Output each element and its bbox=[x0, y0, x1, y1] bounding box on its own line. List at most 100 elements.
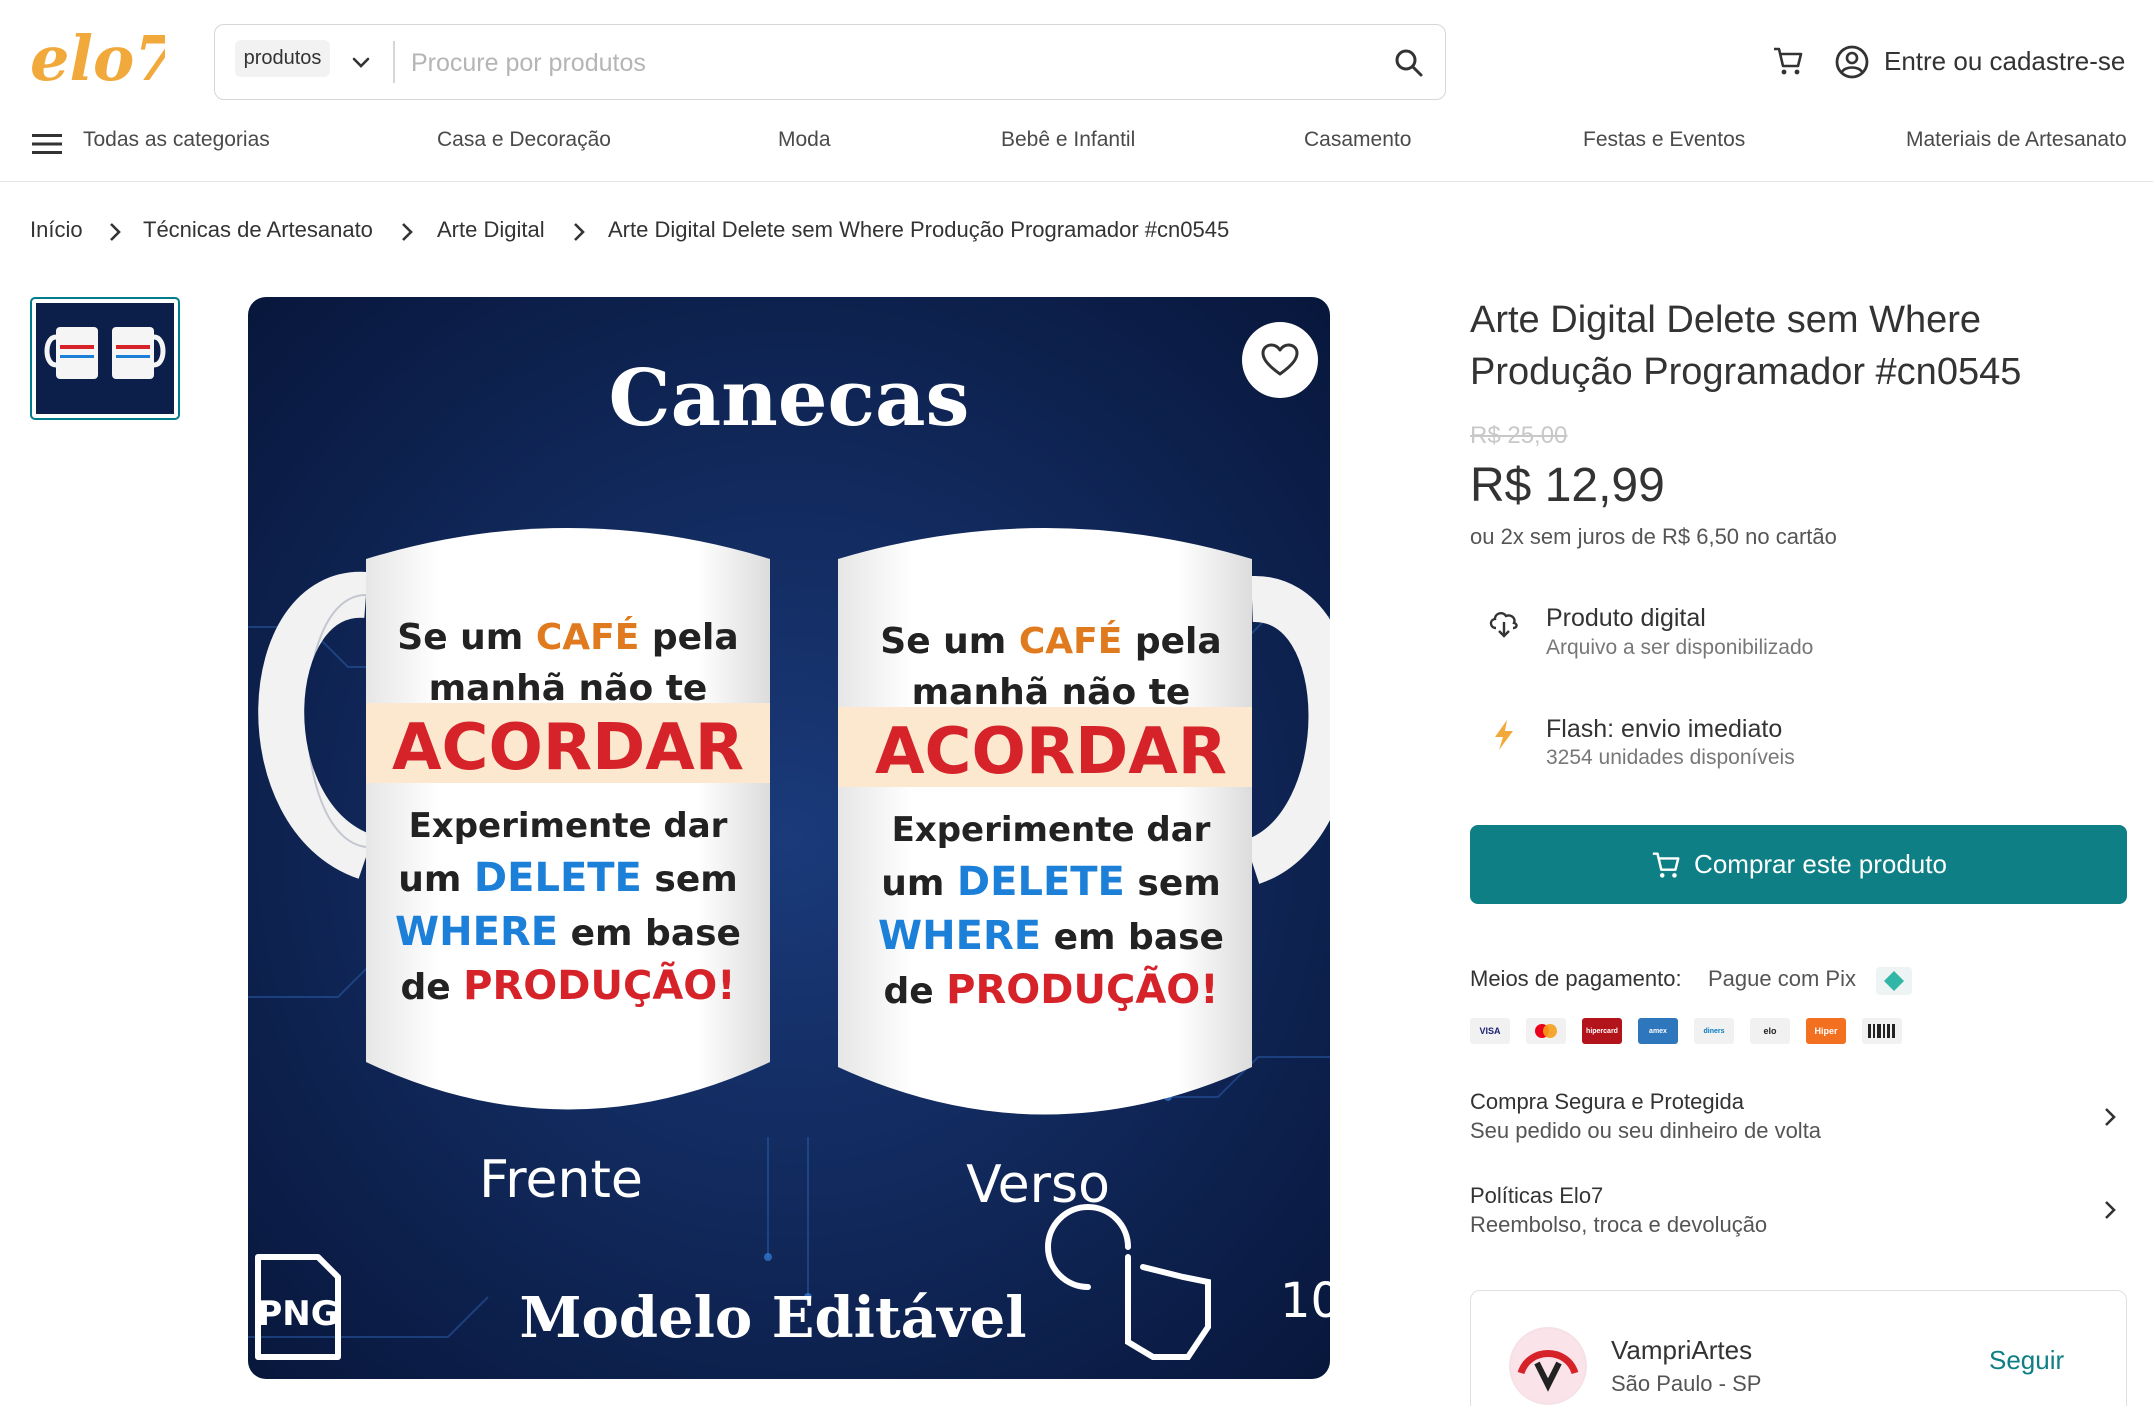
search-scope-label: produtos bbox=[243, 47, 322, 69]
nav-all-categories[interactable]: Todas as categorias bbox=[83, 128, 270, 152]
product-image[interactable]: Canecas Se um CAFÉ pela manhã não te ACO… bbox=[248, 297, 1330, 1379]
hiper-icon: Hiper bbox=[1806, 1018, 1846, 1044]
svg-text:um DELETE sem: um DELETE sem bbox=[398, 855, 738, 901]
mug-back-line1b: CAFÉ bbox=[1019, 620, 1122, 662]
buy-button-label: Comprar este produto bbox=[1694, 849, 1947, 879]
svg-text:de PRODUÇÃO!: de PRODUÇÃO! bbox=[883, 964, 1218, 1013]
feature-digital-title: Produto digital bbox=[1546, 604, 1706, 632]
mug-front-line1c: pela bbox=[639, 617, 738, 658]
mug-back-line6a: WHERE bbox=[878, 913, 1041, 959]
hipercard-icon: hipercard bbox=[1582, 1018, 1622, 1044]
buy-button[interactable]: Comprar este produto bbox=[1470, 825, 2127, 904]
mug-front-line6b: em base bbox=[558, 913, 741, 954]
logo-text: elo7 bbox=[30, 22, 165, 95]
svg-text:WHERE em base: WHERE em base bbox=[878, 913, 1224, 959]
breadcrumb-item-tecnicas[interactable]: Técnicas de Artesanato bbox=[143, 217, 373, 243]
lightning-icon bbox=[1495, 720, 1513, 750]
mug-front-line5c: sem bbox=[642, 859, 738, 900]
policies-subtitle: Reembolso, troca e devolução bbox=[1470, 1212, 1768, 1237]
elo-icon: elo bbox=[1750, 1018, 1790, 1044]
user-icon[interactable] bbox=[1834, 44, 1870, 80]
mug-back-line4: Experimente dar bbox=[892, 810, 1211, 850]
feature-flash-title: Flash: envio imediato bbox=[1546, 715, 1783, 743]
search-bar: produtos bbox=[214, 24, 1446, 100]
secure-purchase-title: Compra Segura e Protegida bbox=[1470, 1089, 1744, 1114]
mug-front-line7a: de bbox=[400, 967, 463, 1008]
payment-label: Meios de pagamento: bbox=[1470, 966, 1682, 991]
chevron-down-icon[interactable] bbox=[350, 51, 372, 73]
pix-icon bbox=[1876, 967, 1912, 995]
svg-text:Se um CAFÉ pela: Se um CAFÉ pela bbox=[880, 620, 1221, 662]
nav-item-casa-decoracao[interactable]: Casa e Decoração bbox=[437, 128, 611, 152]
mug-back-line7a: de bbox=[883, 971, 946, 1012]
boleto-icon bbox=[1862, 1018, 1902, 1044]
search-divider bbox=[393, 41, 395, 83]
mug-front-line2: manhã não te bbox=[429, 668, 708, 709]
nav-item-materiais-artesanato[interactable]: Materiais de Artesanato bbox=[1906, 128, 2127, 152]
nav-divider bbox=[0, 181, 2153, 182]
product-title: Arte Digital Delete sem Where Produção P… bbox=[1470, 299, 2022, 393]
mug-front-line3: ACORDAR bbox=[392, 711, 744, 785]
mug-back-line6b: em base bbox=[1041, 917, 1224, 958]
mug-front-line7b: PRODUÇÃO! bbox=[463, 960, 735, 1009]
follow-button[interactable]: Seguir bbox=[1989, 1345, 2064, 1376]
corner-text: 100 Di bbox=[1280, 1273, 1330, 1329]
breadcrumb-item-arte-digital[interactable]: Arte Digital bbox=[437, 217, 545, 243]
mug-back-line1a: Se um bbox=[880, 621, 1019, 662]
chevron-right-icon[interactable] bbox=[2102, 1105, 2118, 1129]
chevron-right-icon bbox=[574, 223, 585, 241]
mug-back-line2: manhã não te bbox=[912, 672, 1191, 713]
mug-front-line4: Experimente dar bbox=[409, 806, 728, 846]
mug-back-line5a: um bbox=[881, 863, 957, 904]
mug-back-line5b: DELETE bbox=[957, 859, 1125, 905]
amex-icon: amex bbox=[1638, 1018, 1678, 1044]
svg-text:Se um CAFÉ pela: Se um CAFÉ pela bbox=[397, 616, 738, 658]
seller-card: VampriArtes São Paulo - SP Seguir bbox=[1470, 1290, 2127, 1406]
nav-item-bebe-infantil[interactable]: Bebê e Infantil bbox=[1001, 128, 1135, 152]
mug-back-line3: ACORDAR bbox=[875, 715, 1227, 789]
heart-icon bbox=[1261, 343, 1299, 376]
seller-name[interactable]: VampriArtes bbox=[1611, 1335, 1752, 1366]
login-link[interactable]: Entre ou cadastre-se bbox=[1884, 46, 2125, 77]
installments-text: ou 2x sem juros de R$ 6,50 no cartão bbox=[1470, 524, 1837, 549]
nav-item-moda[interactable]: Moda bbox=[778, 128, 831, 152]
mug-front-line1b: CAFÉ bbox=[536, 616, 639, 658]
mug-front-line1a: Se um bbox=[397, 617, 536, 658]
mug-back-line5c: sem bbox=[1125, 863, 1221, 904]
menu-icon[interactable] bbox=[32, 133, 62, 155]
chevron-right-icon bbox=[110, 223, 121, 241]
feature-digital-subtitle: Arquivo a ser disponibilizado bbox=[1546, 636, 1814, 659]
chevron-right-icon bbox=[402, 223, 413, 241]
policies-title: Políticas Elo7 bbox=[1470, 1183, 1604, 1208]
nav-item-casamento[interactable]: Casamento bbox=[1304, 128, 1411, 152]
secure-purchase-subtitle: Seu pedido ou seu dinheiro de volta bbox=[1470, 1118, 1822, 1143]
cloud-download-icon bbox=[1489, 611, 1518, 638]
mug-back-line1c: pela bbox=[1122, 621, 1221, 662]
mug-front-line6a: WHERE bbox=[395, 909, 558, 955]
feature-flash-subtitle: 3254 unidades disponíveis bbox=[1546, 746, 1795, 769]
breadcrumb-item-inicio[interactable]: Início bbox=[30, 217, 83, 243]
chevron-right-icon[interactable] bbox=[2102, 1198, 2118, 1222]
mug-back-line7b: PRODUÇÃO! bbox=[946, 964, 1218, 1013]
cart-icon[interactable] bbox=[1771, 44, 1805, 78]
nav-item-festas-eventos[interactable]: Festas e Eventos bbox=[1583, 128, 1745, 152]
seller-location: São Paulo - SP bbox=[1611, 1371, 1762, 1396]
mug-front-line5b: DELETE bbox=[474, 855, 642, 901]
thumbnail-1[interactable] bbox=[30, 297, 180, 420]
mastercard-icon bbox=[1526, 1018, 1566, 1044]
old-price: R$ 25,00 bbox=[1470, 422, 1568, 449]
image-title: Canecas bbox=[609, 353, 970, 444]
search-input[interactable] bbox=[411, 43, 1351, 83]
seller-avatar[interactable] bbox=[1509, 1327, 1587, 1405]
diners-icon: diners bbox=[1694, 1018, 1734, 1044]
elo7-logo[interactable]: elo7 bbox=[30, 22, 178, 97]
front-label: Frente bbox=[479, 1150, 643, 1210]
search-scope-select[interactable]: produtos bbox=[235, 40, 330, 77]
svg-text:um DELETE sem: um DELETE sem bbox=[881, 859, 1221, 905]
footer-label: Modelo Editável bbox=[520, 1285, 1027, 1351]
favorite-button[interactable] bbox=[1242, 322, 1318, 398]
visa-icon: VISA bbox=[1470, 1018, 1510, 1044]
search-icon[interactable] bbox=[1393, 47, 1425, 79]
thumbnail-image bbox=[36, 303, 174, 414]
svg-text:de PRODUÇÃO!: de PRODUÇÃO! bbox=[400, 960, 735, 1009]
